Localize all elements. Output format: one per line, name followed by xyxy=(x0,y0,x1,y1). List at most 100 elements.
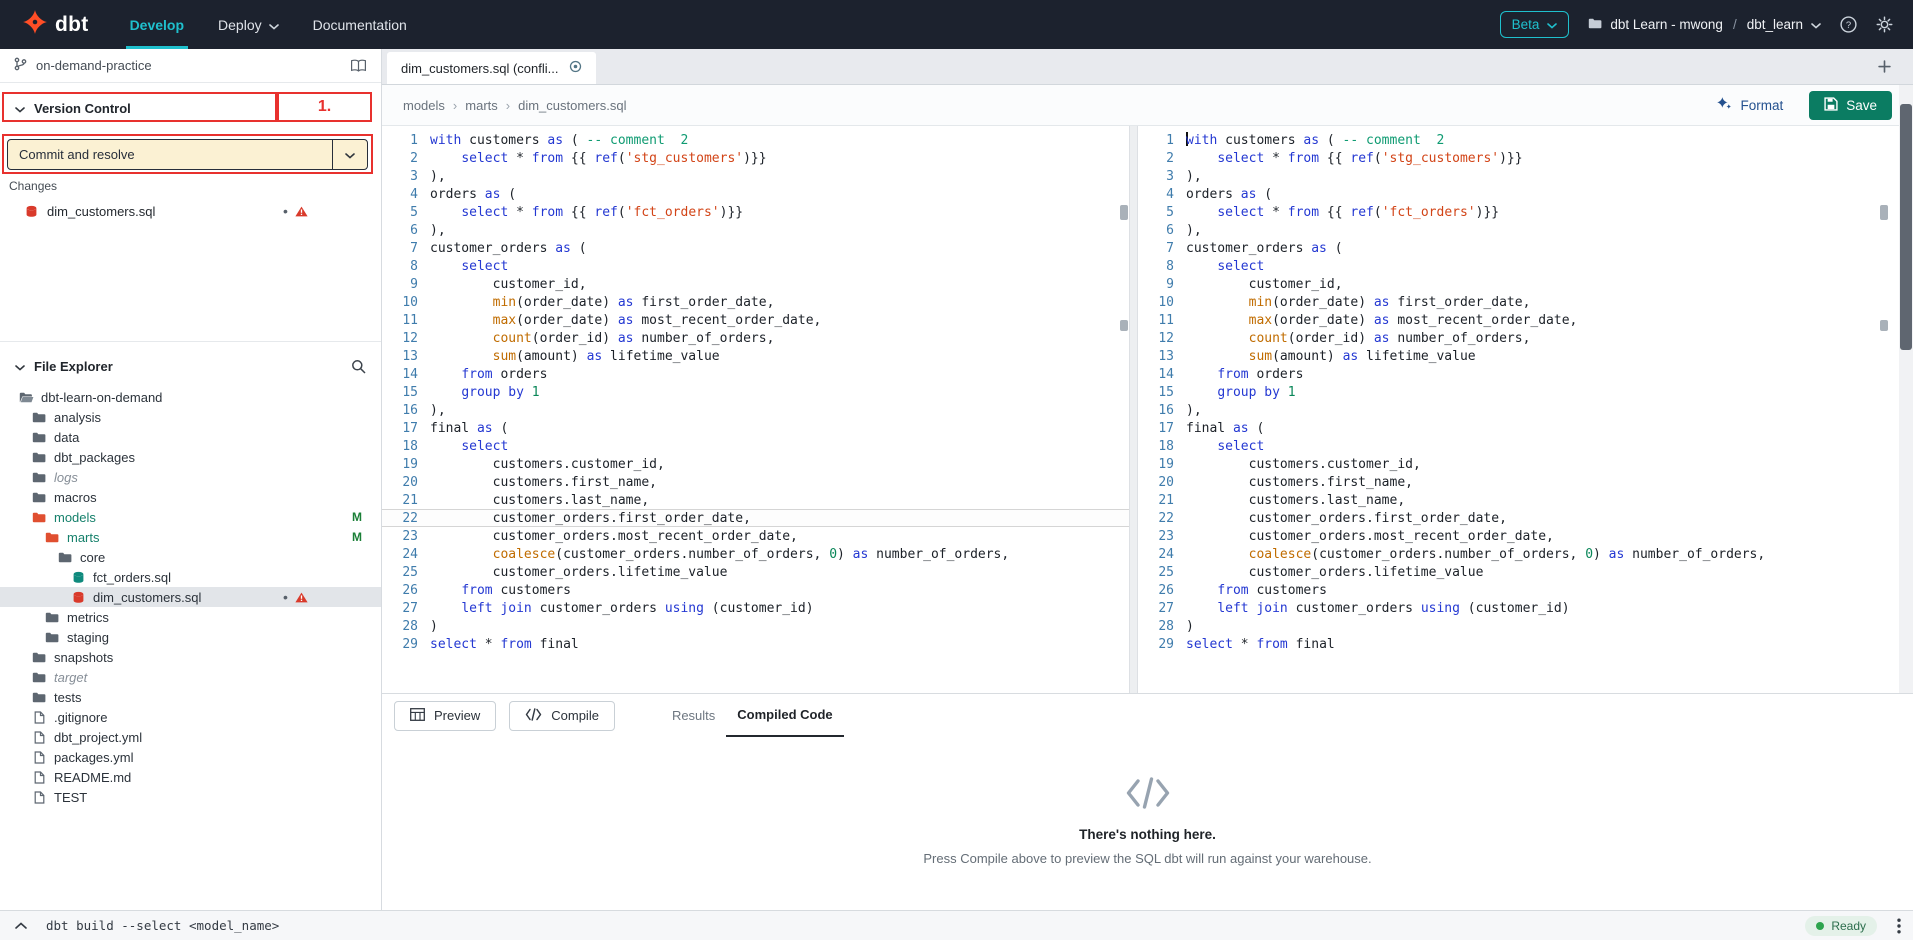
code-line-1[interactable]: 1with customers as ( -- comment 2 xyxy=(382,131,1129,149)
line-number[interactable]: 27 xyxy=(382,601,418,616)
file-tree-item-dbt_packages[interactable]: dbt_packages xyxy=(0,447,381,467)
code-line-7[interactable]: 7customer_orders as ( xyxy=(1138,239,1899,257)
beta-toggle[interactable]: Beta xyxy=(1500,11,1570,38)
line-number[interactable]: 26 xyxy=(1138,583,1174,598)
line-number[interactable]: 28 xyxy=(382,619,418,634)
tab-compiled-code[interactable]: Compiled Code xyxy=(726,694,843,737)
scrollbar-mark[interactable] xyxy=(1880,205,1888,220)
line-number[interactable]: 21 xyxy=(1138,493,1174,508)
code-line-4[interactable]: 4orders as ( xyxy=(1138,185,1899,203)
code-line-27[interactable]: 27 left join customer_orders using (cust… xyxy=(1138,599,1899,617)
line-number[interactable]: 4 xyxy=(382,187,418,202)
format-button[interactable]: Format xyxy=(1717,96,1783,114)
code-line-3[interactable]: 3), xyxy=(382,167,1129,185)
code-line-19[interactable]: 19 customers.customer_id, xyxy=(382,455,1129,473)
code-line-20[interactable]: 20 customers.first_name, xyxy=(1138,473,1899,491)
tab-dim-customers-sql[interactable]: dim_customers.sql (confli... xyxy=(387,52,596,84)
code-line-20[interactable]: 20 customers.first_name, xyxy=(382,473,1129,491)
line-number[interactable]: 3 xyxy=(1138,169,1174,184)
file-tree-item-metrics[interactable]: metrics xyxy=(0,607,381,627)
code-line-23[interactable]: 23 customer_orders.most_recent_order_dat… xyxy=(382,527,1129,545)
code-line-21[interactable]: 21 customers.last_name, xyxy=(1138,491,1899,509)
code-line-29[interactable]: 29select * from final xyxy=(382,635,1129,653)
code-line-4[interactable]: 4orders as ( xyxy=(382,185,1129,203)
code-line-23[interactable]: 23 customer_orders.most_recent_order_dat… xyxy=(1138,527,1899,545)
breadcrumb-marts[interactable]: marts xyxy=(465,98,498,113)
code-line-5[interactable]: 5 select * from {{ ref('fct_orders')}} xyxy=(382,203,1129,221)
file-tree-item-core[interactable]: core xyxy=(0,547,381,567)
code-line-8[interactable]: 8 select xyxy=(1138,257,1899,275)
code-line-5[interactable]: 5 select * from {{ ref('fct_orders')}} xyxy=(1138,203,1899,221)
line-number[interactable]: 21 xyxy=(382,493,418,508)
line-number[interactable]: 16 xyxy=(382,403,418,418)
line-number[interactable]: 14 xyxy=(382,367,418,382)
line-number[interactable]: 13 xyxy=(382,349,418,364)
line-number[interactable]: 5 xyxy=(1138,205,1174,220)
line-number[interactable]: 29 xyxy=(1138,637,1174,652)
file-tree-item-README.md[interactable]: README.md xyxy=(0,767,381,787)
vertical-scrollbar[interactable] xyxy=(1899,85,1913,693)
commit-dropdown-caret[interactable] xyxy=(332,140,367,169)
code-line-15[interactable]: 15 group by 1 xyxy=(1138,383,1899,401)
line-number[interactable]: 7 xyxy=(1138,241,1174,256)
version-control-header[interactable]: Version Control xyxy=(6,95,131,122)
code-line-10[interactable]: 10 min(order_date) as first_order_date, xyxy=(382,293,1129,311)
line-number[interactable]: 9 xyxy=(382,277,418,292)
code-line-2[interactable]: 2 select * from {{ ref('stg_customers')}… xyxy=(1138,149,1899,167)
code-line-22[interactable]: 22 customer_orders.first_order_date, xyxy=(382,509,1129,527)
preview-button[interactable]: Preview xyxy=(394,701,496,731)
code-line-15[interactable]: 15 group by 1 xyxy=(382,383,1129,401)
code-line-9[interactable]: 9 customer_id, xyxy=(382,275,1129,293)
nav-develop[interactable]: Develop xyxy=(113,0,201,49)
line-number[interactable]: 2 xyxy=(1138,151,1174,166)
line-number[interactable]: 20 xyxy=(1138,475,1174,490)
line-number[interactable]: 29 xyxy=(382,637,418,652)
line-number[interactable]: 24 xyxy=(382,547,418,562)
file-tree-item-dim_customers.sql[interactable]: dim_customers.sql• xyxy=(0,587,381,607)
file-tree-item-fct_orders.sql[interactable]: fct_orders.sql xyxy=(0,567,381,587)
editor-pane-right[interactable]: 1with customers as ( -- comment 22 selec… xyxy=(1138,126,1899,693)
line-number[interactable]: 1 xyxy=(1138,133,1174,148)
nav-deploy[interactable]: Deploy xyxy=(201,0,296,49)
line-number[interactable]: 15 xyxy=(1138,385,1174,400)
scrollbar-mark[interactable] xyxy=(1120,205,1128,220)
code-line-18[interactable]: 18 select xyxy=(382,437,1129,455)
line-number[interactable]: 23 xyxy=(382,529,418,544)
chevron-up-icon[interactable] xyxy=(15,922,27,929)
project-switcher[interactable]: dbt Learn - mwong / dbt_learn xyxy=(1588,17,1821,32)
line-number[interactable]: 2 xyxy=(382,151,418,166)
scrollbar-thumb[interactable] xyxy=(1900,104,1912,350)
command-input[interactable]: dbt build --select <model_name> xyxy=(46,918,279,933)
code-line-1[interactable]: 1with customers as ( -- comment 2 xyxy=(1138,131,1899,149)
changed-file-row[interactable]: dim_customers.sql • xyxy=(0,200,381,222)
code-line-18[interactable]: 18 select xyxy=(1138,437,1899,455)
tab-results[interactable]: Results xyxy=(661,694,726,737)
code-line-6[interactable]: 6), xyxy=(1138,221,1899,239)
compile-button[interactable]: Compile xyxy=(509,701,615,731)
file-tree-item-packages.yml[interactable]: packages.yml xyxy=(0,747,381,767)
line-number[interactable]: 10 xyxy=(382,295,418,310)
docs-book-icon[interactable] xyxy=(350,59,367,73)
file-tree-item-data[interactable]: data xyxy=(0,427,381,447)
code-line-24[interactable]: 24 coalesce(customer_orders.number_of_or… xyxy=(1138,545,1899,563)
line-number[interactable]: 10 xyxy=(1138,295,1174,310)
code-line-16[interactable]: 16), xyxy=(382,401,1129,419)
breadcrumb-file[interactable]: dim_customers.sql xyxy=(518,98,626,113)
settings-gear-icon[interactable] xyxy=(1876,16,1893,33)
search-icon[interactable] xyxy=(351,359,366,374)
code-line-28[interactable]: 28) xyxy=(382,617,1129,635)
code-line-16[interactable]: 16), xyxy=(1138,401,1899,419)
line-number[interactable]: 19 xyxy=(1138,457,1174,472)
code-line-7[interactable]: 7customer_orders as ( xyxy=(382,239,1129,257)
code-line-3[interactable]: 3), xyxy=(1138,167,1899,185)
code-line-14[interactable]: 14 from orders xyxy=(1138,365,1899,383)
commit-and-resolve-button[interactable]: Commit and resolve xyxy=(7,139,368,170)
kebab-menu-icon[interactable] xyxy=(1897,918,1901,934)
code-line-28[interactable]: 28) xyxy=(1138,617,1899,635)
save-button[interactable]: Save xyxy=(1809,91,1892,120)
code-line-11[interactable]: 11 max(order_date) as most_recent_order_… xyxy=(1138,311,1899,329)
code-line-11[interactable]: 11 max(order_date) as most_recent_order_… xyxy=(382,311,1129,329)
code-line-12[interactable]: 12 count(order_id) as number_of_orders, xyxy=(382,329,1129,347)
code-line-29[interactable]: 29select * from final xyxy=(1138,635,1899,653)
code-line-2[interactable]: 2 select * from {{ ref('stg_customers')}… xyxy=(382,149,1129,167)
